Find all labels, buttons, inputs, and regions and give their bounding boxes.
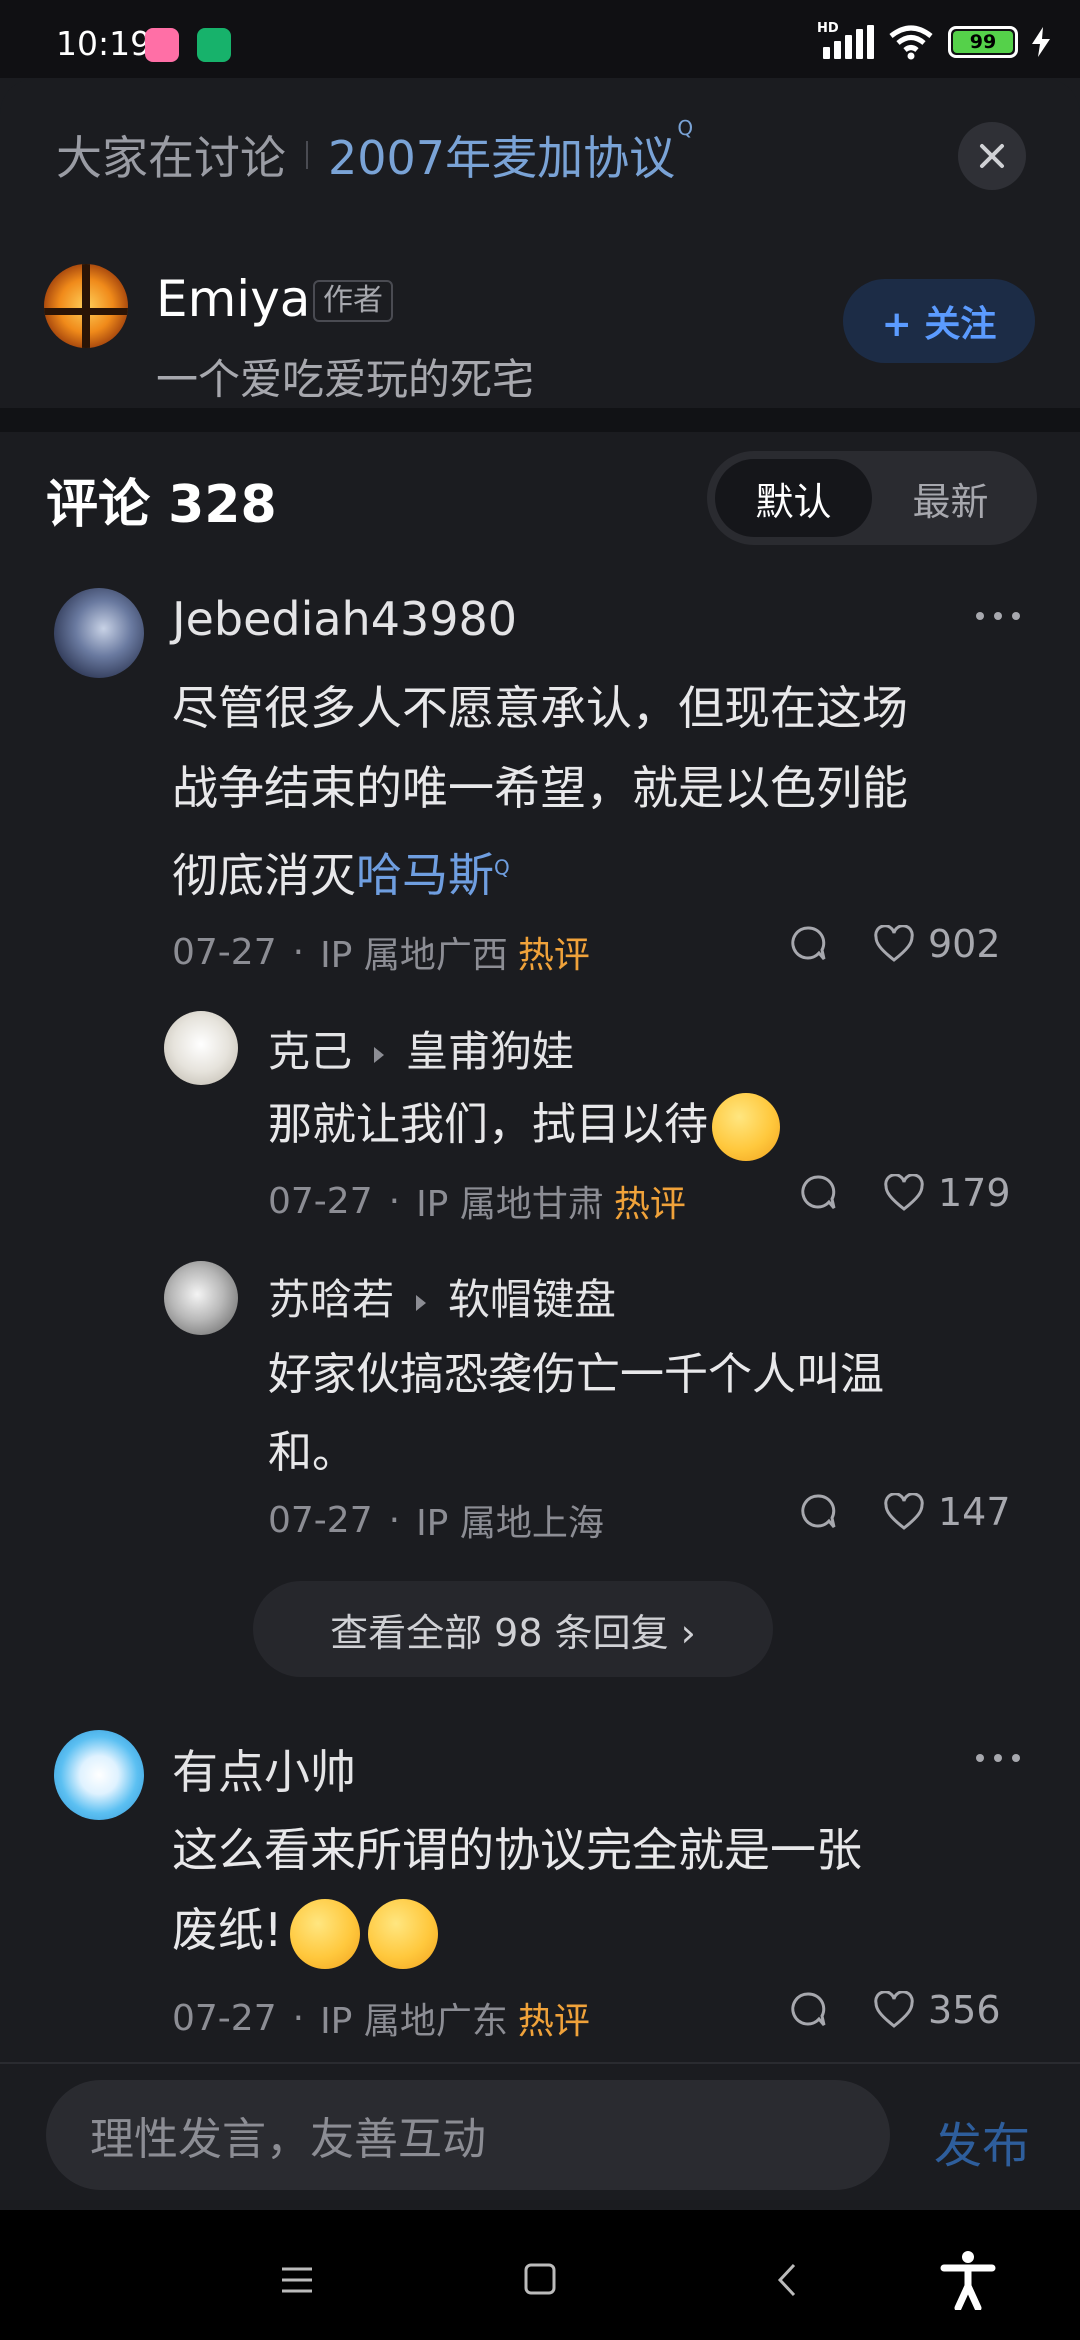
reply-icon[interactable] xyxy=(788,924,828,964)
topic-header: 大家在讨论 2007年麦加协议 Q xyxy=(56,116,693,188)
laughing-tears-emoji-icon xyxy=(368,1898,439,1969)
menu-icon[interactable] xyxy=(280,2266,314,2294)
like-icon[interactable] xyxy=(874,925,914,963)
comment-input[interactable]: 理性发言，友善互动 xyxy=(46,2080,890,2190)
author-bio: 一个爱吃爱玩的死宅 xyxy=(156,355,535,404)
comment-username[interactable]: Jebediah43980 xyxy=(172,592,517,646)
battery-icon: 99 xyxy=(948,26,1018,58)
status-time: 10:19 xyxy=(56,24,152,63)
status-bar: 10:19 HD 99 xyxy=(0,0,1080,78)
avatar[interactable] xyxy=(164,1261,238,1335)
back-icon[interactable] xyxy=(776,2262,798,2298)
like-icon[interactable] xyxy=(884,1174,924,1212)
avatar[interactable] xyxy=(164,1011,238,1085)
topic-inline-link[interactable]: 哈马斯Q xyxy=(356,848,510,902)
view-all-replies-button[interactable]: 查看全部 98 条回复 › xyxy=(253,1581,773,1677)
author-name[interactable]: Emiya xyxy=(156,270,310,328)
search-mark-icon: Q xyxy=(677,116,694,140)
wechat-app-icon xyxy=(197,28,231,62)
topic-link[interactable]: 2007年麦加协议 Q xyxy=(328,116,693,188)
author-badge: 作者 xyxy=(313,280,393,322)
flushed-emoji-icon xyxy=(712,1093,780,1161)
system-nav-bar xyxy=(0,2210,1080,2340)
avatar[interactable] xyxy=(54,588,144,678)
accessibility-icon[interactable] xyxy=(940,2250,996,2310)
laughing-tears-emoji-icon xyxy=(290,1898,361,1969)
comments-count-title: 评论 328 xyxy=(46,475,277,535)
like-icon[interactable] xyxy=(884,1493,924,1531)
like-count: 179 xyxy=(938,1171,1011,1215)
sort-toggle: 默认 最新 xyxy=(707,451,1037,545)
bilibili-app-icon xyxy=(145,28,179,62)
like-count: 356 xyxy=(928,1988,1001,2032)
hot-badge: 热评 xyxy=(613,1184,686,1225)
reply-meta: 07-27 · IP 属地甘肃 热评 xyxy=(268,1175,686,1227)
reply-arrow-icon xyxy=(416,1294,427,1311)
reply-username[interactable]: 苏晗若 软帽键盘 xyxy=(268,1266,616,1327)
reply-arrow-icon xyxy=(374,1046,385,1063)
comment-meta: 07-27 · IP 属地广西 热评 xyxy=(172,926,590,978)
reply-icon[interactable] xyxy=(798,1492,838,1532)
topic-divider xyxy=(306,141,308,169)
comment-text: 尽管很多人不愿意承认，但现在这场 战争结束的唯一希望，就是以色列能 彻底消灭哈马… xyxy=(172,681,908,903)
avatar[interactable] xyxy=(54,1730,144,1820)
more-options-icon[interactable] xyxy=(976,612,1020,620)
more-options-icon[interactable] xyxy=(976,1754,1020,1762)
wifi-icon xyxy=(889,25,933,60)
close-icon xyxy=(980,144,1004,168)
topic-prefix: 大家在讨论 xyxy=(56,131,286,185)
comment-username[interactable]: 有点小帅 xyxy=(172,1736,356,1802)
comment-meta: 07-27 · IP 属地广东 热评 xyxy=(172,1992,590,2044)
close-button[interactable] xyxy=(958,122,1026,190)
home-icon[interactable] xyxy=(523,2262,557,2296)
signal-icon: HD xyxy=(817,21,874,59)
reply-text: 那就让我们，拭目以待 xyxy=(268,1086,1028,1164)
hot-badge: 热评 xyxy=(517,2001,590,2042)
tab-latest[interactable]: 最新 xyxy=(872,459,1029,537)
charging-icon xyxy=(1032,27,1050,57)
reply-username[interactable]: 克己 皇甫狗娃 xyxy=(268,1018,574,1079)
hot-badge: 热评 xyxy=(517,935,590,976)
reply-meta: 07-27 · IP 属地上海 xyxy=(268,1499,604,1545)
reply-text: 好家伙搞恐袭伤亡一千个人叫温 和。 xyxy=(268,1349,884,1478)
reply-icon[interactable] xyxy=(798,1173,838,1213)
comment-text: 这么看来所谓的协议完全就是一张 废纸! xyxy=(172,1810,1032,1970)
author-avatar[interactable] xyxy=(44,264,128,348)
tab-default[interactable]: 默认 xyxy=(715,459,872,537)
section-divider xyxy=(0,408,1080,432)
like-icon[interactable] xyxy=(874,1991,914,2029)
publish-button[interactable]: 发布 xyxy=(934,2106,1030,2176)
like-count: 902 xyxy=(928,922,1001,966)
follow-button[interactable]: + 关注 xyxy=(843,279,1035,363)
reply-icon[interactable] xyxy=(788,1990,828,2030)
like-count: 147 xyxy=(938,1490,1011,1534)
